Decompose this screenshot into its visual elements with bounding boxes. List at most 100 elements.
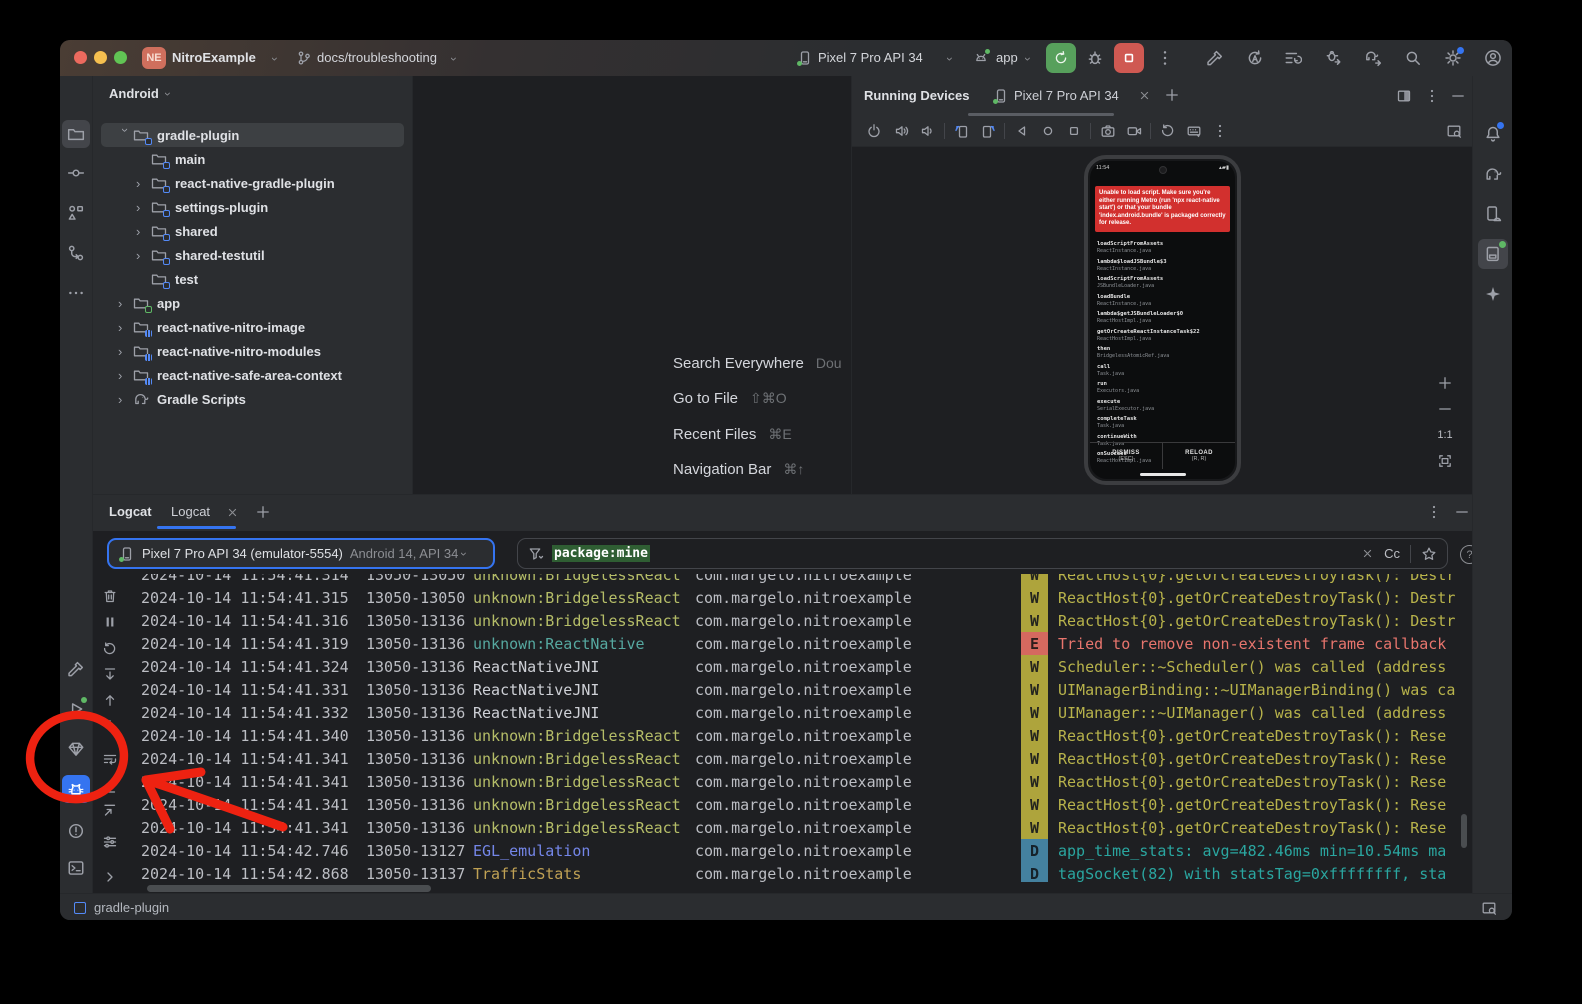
- tree-item[interactable]: › shared-testutil: [101, 243, 404, 267]
- log-row[interactable]: 2024-10-14 11:54:42.868 13050-13137 Traf…: [141, 862, 1459, 882]
- vcs-tool-button[interactable]: [62, 239, 90, 267]
- branch-name[interactable]: docs/troubleshooting: [317, 50, 437, 65]
- emulator-back-icon[interactable]: [1012, 121, 1032, 141]
- macos-minimize-button[interactable]: [94, 51, 107, 64]
- tree-chevron-icon[interactable]: ›: [136, 224, 151, 239]
- logcat-horizontal-scrollbar[interactable]: [147, 885, 431, 892]
- emulator-record-icon[interactable]: [1124, 121, 1144, 141]
- log-row[interactable]: 2024-10-14 11:54:41.341 13050-13136 unkn…: [141, 747, 1459, 770]
- devices-minimize-icon[interactable]: [1450, 88, 1466, 104]
- search-everywhere-button[interactable]: [1404, 49, 1422, 67]
- stack-frame[interactable]: then BridgelessAtomicRef.java: [1097, 346, 1231, 359]
- stack-frame[interactable]: lambda$loadJSBundle$3 ReactInstance.java: [1097, 259, 1231, 272]
- stack-frame[interactable]: loadBundle ReactInstance.java: [1097, 294, 1231, 307]
- logcat-tab-label[interactable]: Logcat: [171, 504, 210, 519]
- scroll-to-end-icon[interactable]: [101, 665, 119, 683]
- stack-frame[interactable]: execute SerialExecutor.java: [1097, 399, 1231, 412]
- tree-chevron-icon[interactable]: ›: [136, 176, 151, 191]
- emulator-overview-icon[interactable]: [1064, 121, 1084, 141]
- clear-logcat-icon[interactable]: [101, 587, 119, 605]
- emulator-screen[interactable]: 11:54 ▴▰▮ Unable to load script. Make su…: [1090, 161, 1235, 479]
- tree-chevron-icon[interactable]: ›: [136, 248, 151, 263]
- match-case-toggle[interactable]: Cc: [1384, 546, 1400, 561]
- logcat-device-selector[interactable]: Pixel 7 Pro API 34 (emulator-5554) Andro…: [107, 538, 495, 569]
- emulator-volume-up-icon[interactable]: [892, 121, 912, 141]
- emulator-reset-icon[interactable]: [1158, 121, 1178, 141]
- zoom-1to1-button[interactable]: 1:1: [1433, 424, 1457, 446]
- macos-zoom-button[interactable]: [114, 51, 127, 64]
- build-button[interactable]: [1206, 49, 1224, 67]
- emulator-rotate-left-icon[interactable]: [952, 121, 972, 141]
- logcat-settings-icon[interactable]: [101, 833, 119, 851]
- tree-item[interactable]: › react-native-nitro-modules: [101, 339, 404, 363]
- stop-button[interactable]: [1114, 43, 1144, 73]
- restart-logcat-icon[interactable]: [101, 640, 119, 658]
- macos-close-button[interactable]: [74, 51, 87, 64]
- next-occurrence-icon[interactable]: [101, 717, 119, 735]
- profiler-button[interactable]: [1246, 49, 1264, 67]
- export-logs-icon[interactable]: [101, 801, 119, 819]
- log-row[interactable]: 2024-10-14 11:54:41.341 13050-13136 unkn…: [141, 793, 1459, 816]
- tree-chevron-icon[interactable]: ›: [118, 296, 133, 311]
- terminal-tool-button[interactable]: [62, 854, 90, 882]
- reload-button[interactable]: RELOAD (R, R): [1162, 443, 1235, 469]
- run-tool-button[interactable]: [62, 695, 90, 723]
- project-name[interactable]: NitroExample: [172, 50, 256, 65]
- devices-options-kebab-icon[interactable]: [1424, 88, 1440, 104]
- log-row[interactable]: 2024-10-14 11:54:41.324 13050-13136 Reac…: [141, 655, 1459, 678]
- filter-favorite-star-icon[interactable]: [1421, 546, 1437, 562]
- tree-item[interactable]: › main: [101, 147, 404, 171]
- emulator-home-icon[interactable]: [1038, 121, 1058, 141]
- filter-clear-icon[interactable]: [1361, 547, 1374, 560]
- logcat-minimize-icon[interactable]: [1454, 504, 1470, 520]
- emulator-rotate-right-icon[interactable]: [978, 121, 998, 141]
- log-row[interactable]: 2024-10-14 11:54:41.331 13050-13136 Reac…: [141, 678, 1459, 701]
- run-config-selector[interactable]: app: [996, 50, 1018, 65]
- tree-chevron-icon[interactable]: ›: [118, 320, 133, 335]
- logcat-output[interactable]: 2024-10-14 11:54:41.314 13050-13050 unkn…: [141, 574, 1459, 882]
- stack-frame[interactable]: completeTask Task.java: [1097, 416, 1231, 429]
- import-logs-icon[interactable]: [101, 778, 119, 796]
- settings-button[interactable]: [1444, 49, 1462, 67]
- project-tool-button[interactable]: [62, 120, 90, 148]
- tree-item[interactable]: › react-native-nitro-image: [101, 315, 404, 339]
- logcat-tab-add-icon[interactable]: [255, 504, 271, 520]
- logcat-tool-button[interactable]: [62, 775, 90, 803]
- zoom-out-button[interactable]: [1433, 398, 1457, 420]
- soft-wrap-icon[interactable]: [101, 750, 119, 768]
- run-more-kebab-icon[interactable]: [1156, 49, 1174, 67]
- log-row[interactable]: 2024-10-14 11:54:42.746 13050-13127 EGL_…: [141, 839, 1459, 862]
- logcat-vertical-scrollbar[interactable]: [1461, 814, 1467, 848]
- emulator-more-kebab-icon[interactable]: [1210, 121, 1230, 141]
- branch-chevron-icon[interactable]: ›: [447, 57, 461, 61]
- gradle-tool-button[interactable]: [1478, 159, 1508, 189]
- tree-chevron-icon[interactable]: ›: [136, 200, 151, 215]
- build-analyzer-button[interactable]: [1284, 49, 1302, 67]
- tree-item[interactable]: › react-native-safe-area-context: [101, 363, 404, 387]
- tree-item[interactable]: › shared: [101, 219, 404, 243]
- device-chevron-icon[interactable]: ›: [943, 57, 957, 61]
- stack-frame[interactable]: lambda$getJSBundleLoader$0 ReactHostImpl…: [1097, 311, 1231, 324]
- device-selector[interactable]: Pixel 7 Pro API 34: [818, 50, 923, 65]
- rerun-button[interactable]: [1046, 43, 1076, 73]
- log-row[interactable]: 2024-10-14 11:54:41.332 13050-13136 Reac…: [141, 701, 1459, 724]
- log-row[interactable]: 2024-10-14 11:54:41.315 13050-13050 unkn…: [141, 586, 1459, 609]
- logcat-filter-field[interactable]: package:mine Cc: [517, 538, 1448, 569]
- more-tools-button[interactable]: [62, 279, 90, 307]
- previous-occurrence-icon[interactable]: [101, 691, 119, 709]
- dismiss-button[interactable]: DISMISS (ESC): [1090, 443, 1162, 469]
- stack-frame[interactable]: call Task.java: [1097, 364, 1231, 377]
- status-editor-icon[interactable]: [1481, 900, 1497, 916]
- pause-logcat-icon[interactable]: [101, 613, 119, 631]
- device-manager-button[interactable]: [1478, 199, 1508, 229]
- emulator-volume-down-icon[interactable]: [918, 121, 938, 141]
- stack-frame[interactable]: run Executors.java: [1097, 381, 1231, 394]
- devices-layout-icon[interactable]: [1396, 88, 1412, 104]
- structure-tool-button[interactable]: [62, 199, 90, 227]
- apply-changes-button[interactable]: [1324, 49, 1342, 67]
- commit-tool-button[interactable]: [62, 159, 90, 187]
- running-devices-button[interactable]: [1478, 239, 1508, 269]
- log-row[interactable]: 2024-10-14 11:54:41.314 13050-13050 unkn…: [141, 574, 1459, 586]
- toolbar-expand-chevron-icon[interactable]: [101, 868, 119, 886]
- status-module-name[interactable]: gradle-plugin: [94, 900, 169, 915]
